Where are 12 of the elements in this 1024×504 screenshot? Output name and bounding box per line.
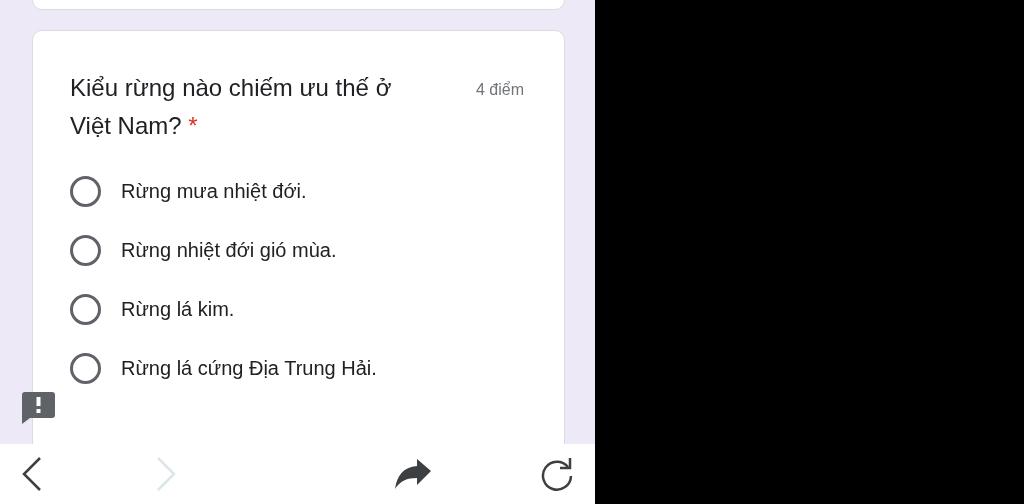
option-label: Rừng mưa nhiệt đới. (121, 179, 307, 204)
radio-button[interactable] (70, 352, 101, 384)
radio-button[interactable] (70, 234, 101, 266)
share-icon[interactable] (395, 459, 431, 489)
reload-icon[interactable] (539, 456, 575, 492)
question-title: Kiểu rừng nào chiếm ưu thế ở Việt Nam? * (70, 73, 393, 141)
points-label: 4 điểm (475, 80, 524, 100)
option-label: Rừng lá cứng Địa Trung Hải. (121, 356, 377, 381)
radio-button[interactable] (70, 293, 101, 325)
radio-button[interactable] (70, 175, 101, 207)
option-label: Rừng nhiệt đới gió mùa. (121, 238, 337, 263)
option-label: Rừng lá kim. (121, 297, 235, 322)
